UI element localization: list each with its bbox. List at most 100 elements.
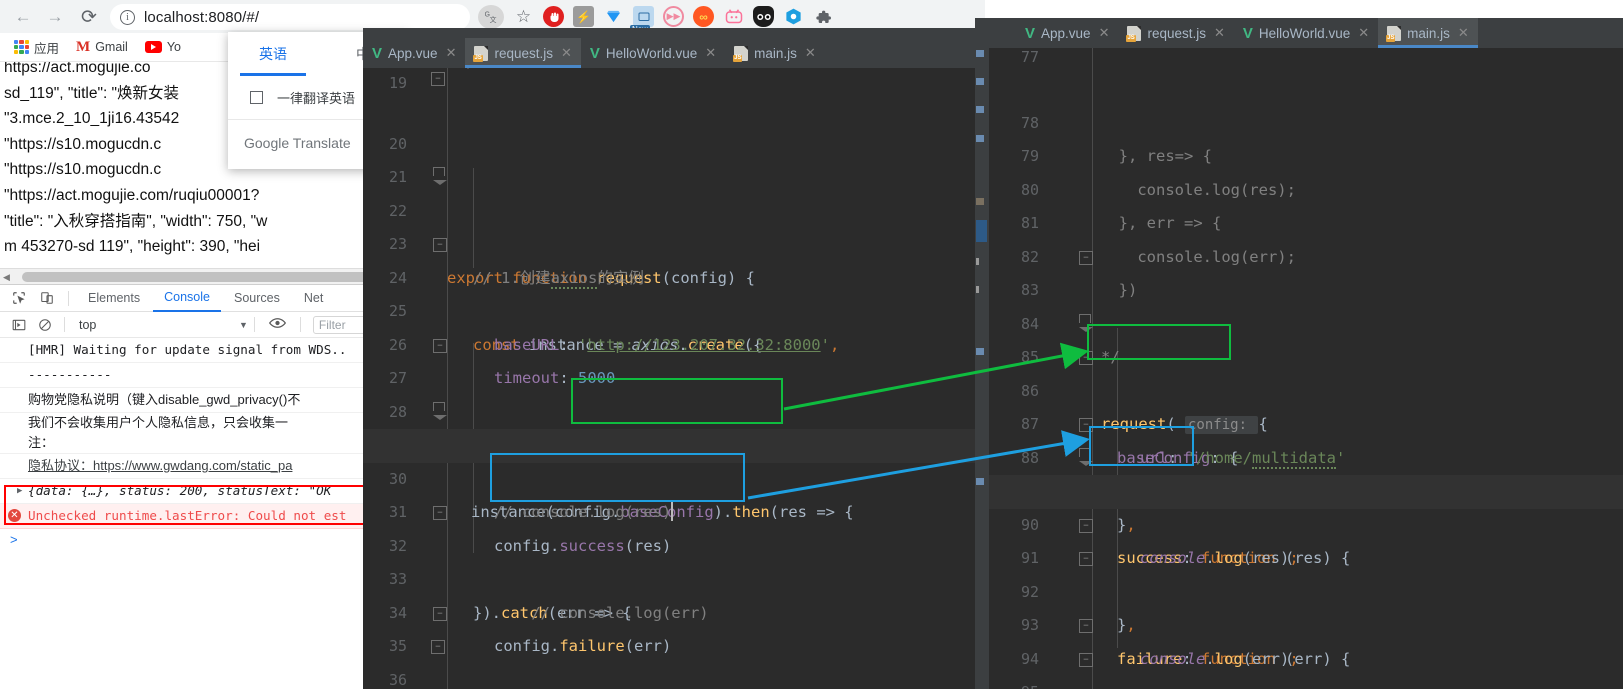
forward-button[interactable]: → [42,4,68,30]
bilibili-icon[interactable] [723,6,744,27]
fold-icon[interactable]: − [433,338,447,353]
editor-tab-request-js[interactable]: request.js ✕ [465,38,582,68]
back-button[interactable]: ← [10,4,36,30]
infinity-icon[interactable]: ∞ [693,6,714,27]
close-icon[interactable]: ✕ [705,45,716,61]
code-editor-right[interactable]: 77 url: '/home/multidata' 78 }, res=> { … [989,48,1623,689]
code-editor-middle[interactable]: 19 − */ 20 21 22 export function request… [363,68,983,689]
code-line: 86 − baseConfig: { [989,341,1623,467]
editor-vertical-scrollbar[interactable] [975,48,989,689]
fold-icon[interactable]: − [433,506,447,520]
chevron-down-icon[interactable]: ▼ [239,320,248,330]
svg-text:文: 文 [489,15,496,24]
editor-tabbar: V App.vue ✕ request.js ✕ V HelloWorld.vu… [363,38,983,68]
code-line: 20 [363,94,983,153]
fold-icon[interactable]: − [433,238,447,252]
tab-network[interactable]: Net [293,286,334,311]
device-toolbar-icon[interactable] [34,287,60,310]
code-line: 32 − }).catch(err => { [363,496,983,622]
fold-icon[interactable]: − [431,72,445,86]
line-number: 77 [1020,48,1039,66]
editor-tab-main-js[interactable]: main.js ✕ [1378,18,1478,48]
tampermonkey-icon[interactable]: ⚡ [573,6,594,27]
context-selector[interactable]: top [71,318,239,332]
reload-button[interactable]: ⟳ [76,4,102,30]
bookmark-star-icon[interactable]: ☆ [513,6,534,27]
adblock-icon[interactable] [543,6,564,27]
close-icon[interactable]: ✕ [1358,25,1369,41]
fold-icon[interactable]: − [1079,250,1093,265]
youtube-icon [144,41,162,53]
scroll-left-arrow[interactable]: ◀ [3,272,10,283]
tab-elements[interactable]: Elements [77,286,151,311]
address-bar[interactable]: i localhost:8080/#/ [110,4,470,30]
close-icon[interactable]: ✕ [561,45,572,61]
code-line: 85 request( config: { [989,308,1623,434]
diamond-icon[interactable] [603,6,624,27]
fold-icon[interactable]: − [431,640,445,654]
eye-icon[interactable] [261,317,294,332]
close-icon[interactable]: ✕ [805,45,816,61]
close-icon[interactable]: ✕ [446,45,457,61]
divider [299,317,301,332]
fold-icon[interactable]: − [1079,552,1093,566]
code-line: 80 }, err => { [989,140,1623,233]
tab-english[interactable]: 英语 [228,32,318,76]
close-icon[interactable]: ✕ [1458,25,1469,41]
inspect-element-icon[interactable] [6,287,32,310]
vue-file-icon: V [1242,24,1253,42]
hexagon-icon[interactable] [783,6,804,27]
bookmark-youtube[interactable]: Yo [139,38,187,56]
fold-icon[interactable] [1079,313,1093,332]
tab-console[interactable]: Console [153,285,221,312]
bookmark-apps[interactable]: 应用 [8,36,65,59]
editor-tab-request-js[interactable]: request.js ✕ [1118,18,1233,48]
editor-tab-helloworld-vue[interactable]: V HelloWorld.vue ✕ [581,38,725,68]
editor-tab-app-vue[interactable]: V App.vue ✕ [975,18,1118,48]
code-line: 78 }, res=> { [989,73,1623,166]
code-line: 87 url: '/home/multidata' [989,375,1623,469]
editor-tab-label: request.js [494,45,553,61]
fold-icon[interactable]: − [1079,418,1093,432]
fold-icon[interactable] [1079,447,1093,466]
checkbox-icon[interactable] [250,91,263,104]
vue-file-icon: V [1025,24,1036,42]
always-translate-label: 一律翻译英语 [277,91,356,106]
site-info-icon[interactable]: i [120,9,135,25]
line-number: 36 [388,670,407,689]
code-line: 19 − */ [363,68,983,94]
fold-icon[interactable] [433,167,447,185]
tab-sources[interactable]: Sources [223,286,291,311]
close-icon[interactable]: ✕ [1214,25,1225,41]
fold-icon[interactable]: − [1079,619,1093,633]
execute-icon[interactable] [6,313,32,336]
fold-icon[interactable]: − [1079,652,1093,667]
expand-triangle-icon[interactable]: ▶ [17,479,22,503]
code-line: 84 [989,274,1623,333]
vue-file-icon: V [589,44,600,62]
code-line: 94 − } [989,609,1623,668]
fold-icon[interactable] [433,401,447,420]
editor-tab-helloworld-vue[interactable]: V HelloWorld.vue ✕ [1234,18,1378,48]
fast-forward-icon[interactable]: ▶▶ [663,6,684,27]
clear-console-icon[interactable] [32,313,58,336]
divider [64,317,65,332]
bookmark-gmail[interactable]: M Gmail [70,37,134,58]
panda-icon[interactable] [753,6,774,27]
editor-tab-label: App.vue [1041,25,1091,41]
google-translate-icon[interactable]: G文 [478,4,504,29]
close-icon[interactable]: ✕ [1099,25,1110,41]
js-file-icon [733,45,749,62]
fold-icon[interactable]: − [433,606,447,621]
fold-icon[interactable]: − [1079,351,1093,365]
line-number: 95 [989,676,1039,689]
editor-tab-app-vue[interactable]: V App.vue ✕ [363,38,465,68]
new-tab-icon[interactable]: New [630,6,654,34]
puzzle-extensions-icon[interactable] [813,6,834,27]
address-bar-url: localhost:8080/#/ [144,8,260,26]
editor-tab-label: HelloWorld.vue [1258,25,1351,41]
code-line: 29 instance(config.baseConfig).then(res … [363,396,983,521]
editor-tab-main-js[interactable]: main.js ✕ [725,38,825,68]
line-number: 19 [388,74,407,92]
fold-icon[interactable]: − [1079,518,1093,533]
